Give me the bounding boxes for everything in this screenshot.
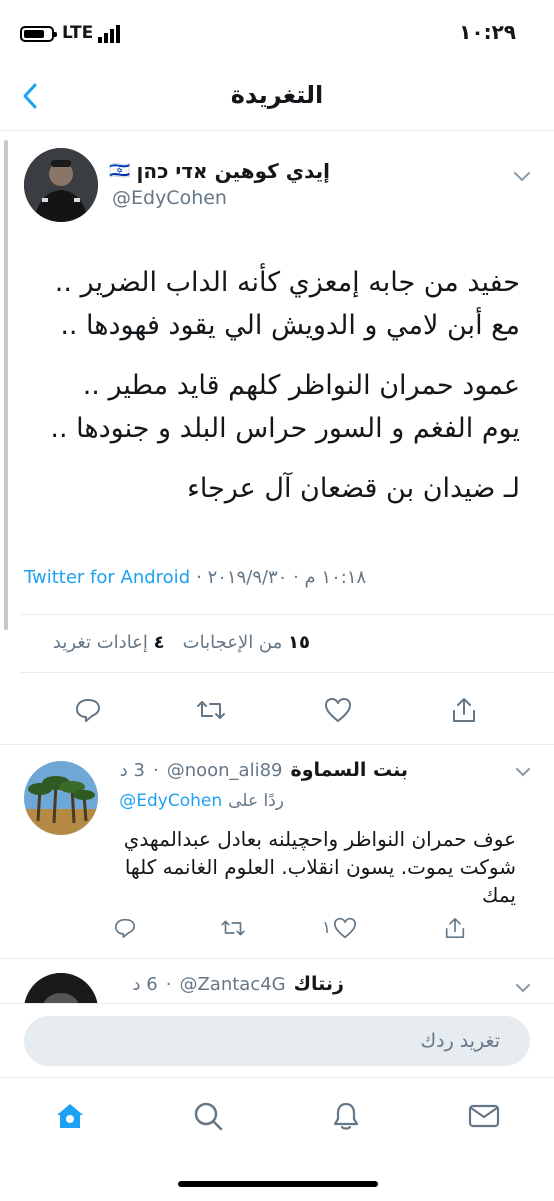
author-name[interactable]: 🇮🇱 إيدي كوهين אדי כהן bbox=[109, 159, 330, 183]
stats-divider bbox=[20, 672, 554, 673]
next-reply-display-name[interactable]: زنتاك bbox=[294, 973, 344, 995]
mail-icon[interactable] bbox=[464, 1096, 504, 1136]
chevron-down-icon[interactable] bbox=[508, 163, 536, 191]
engagement-stats: ١٥ من الإعجابات ٤ إعادات تغريد bbox=[20, 632, 310, 653]
chevron-down-icon[interactable] bbox=[510, 759, 536, 785]
home-icon[interactable] bbox=[50, 1096, 90, 1136]
main-tweet: 🇮🇱 إيدي كوهين אדי כהן @EdyCohen حفيد من … bbox=[0, 131, 554, 746]
tab-bar bbox=[0, 1077, 554, 1201]
carrier-label: LTE bbox=[62, 23, 94, 43]
reply-header: 3 د · @noon_ali89 بنت السماوة bbox=[119, 759, 409, 781]
reply-icon[interactable] bbox=[110, 913, 140, 943]
retweet-icon[interactable] bbox=[218, 913, 248, 943]
retweets-label: إعادات تغريد bbox=[52, 632, 148, 653]
tweet-line: حفيد من جابه إمعزي كأنه الداب الضرير .. bbox=[54, 267, 520, 298]
next-reply-header: 6 د · @Zantac4G زنتاك bbox=[132, 973, 344, 995]
reply-icon[interactable] bbox=[70, 692, 106, 728]
reply-like-button[interactable]: ١ bbox=[322, 913, 357, 943]
author-handle[interactable]: @EdyCohen bbox=[112, 187, 227, 209]
tweet-meta: Twitter for Android ١٠:١٨ م · ٢٠١٩/٩/٣٠ … bbox=[24, 567, 366, 588]
replying-to-label: ردًا على bbox=[228, 791, 284, 811]
clock: ١٠:٢٩ bbox=[459, 20, 516, 44]
compose-bar: تغريد ردك bbox=[0, 1003, 554, 1078]
tweet-line: لـ ضيدان بن قضعان آل عرجاء bbox=[187, 473, 520, 504]
likes-label: من الإعجابات bbox=[182, 632, 283, 653]
avatar[interactable] bbox=[24, 761, 98, 835]
reply-time: 3 د bbox=[119, 759, 145, 781]
retweets-stat[interactable]: ٤ إعادات تغريد bbox=[53, 632, 165, 653]
reply-tweet[interactable]: 3 د · @noon_ali89 بنت السماوة @EdyCohen … bbox=[0, 745, 554, 959]
tweet-timestamp: ١٠:١٨ م · ٢٠١٩/٩/٣٠ · bbox=[196, 567, 367, 588]
next-reply-handle[interactable]: @Zantac4G bbox=[179, 974, 285, 995]
search-icon[interactable] bbox=[188, 1096, 228, 1136]
replying-to-handle[interactable]: @EdyCohen bbox=[119, 791, 222, 811]
retweet-icon[interactable] bbox=[193, 692, 229, 728]
chevron-down-icon[interactable] bbox=[510, 975, 536, 1001]
like-icon bbox=[333, 917, 357, 939]
reply-display-name[interactable]: بنت السماوة bbox=[291, 759, 409, 781]
tweet-line: عمود حمران النواظر كلهم قايد مطير .. bbox=[82, 370, 520, 401]
next-reply[interactable]: 6 د · @Zantac4G زنتاك bbox=[0, 959, 554, 1003]
likes-stat[interactable]: ١٥ من الإعجابات bbox=[183, 632, 310, 653]
retweets-count: ٤ bbox=[153, 632, 165, 653]
next-reply-time: 6 د bbox=[132, 973, 158, 995]
display-name: إيدي كوهين אדי כהן bbox=[136, 159, 330, 183]
tweet-line: مع أبن لامي و الدويش الي يقود فهودها .. bbox=[60, 310, 520, 341]
share-icon[interactable] bbox=[440, 913, 470, 943]
battery-icon bbox=[20, 26, 57, 42]
tweet-line: يوم الفغم و السور حراس البلد و جنودها .. bbox=[50, 413, 520, 444]
reply-handle[interactable]: @noon_ali89 bbox=[167, 760, 283, 781]
flag-icon: 🇮🇱 bbox=[109, 161, 131, 181]
bell-icon[interactable] bbox=[326, 1096, 366, 1136]
page-title: التغريدة bbox=[230, 81, 324, 109]
share-icon[interactable] bbox=[446, 692, 482, 728]
reply-like-count: ١ bbox=[322, 918, 332, 938]
status-bar: LTE ١٠:٢٩ bbox=[0, 0, 554, 64]
reply-text: عوف حمران النواظر واحچيلنه بعادل عبدالمه… bbox=[123, 827, 516, 907]
avatar[interactable] bbox=[24, 148, 98, 222]
nav-header: التغريدة bbox=[0, 64, 554, 130]
meta-divider bbox=[20, 614, 554, 615]
like-icon[interactable] bbox=[320, 692, 356, 728]
home-indicator bbox=[178, 1181, 378, 1187]
likes-count: ١٥ bbox=[288, 632, 310, 653]
signal-icon bbox=[98, 25, 122, 43]
reply-input[interactable]: تغريد ردك bbox=[24, 1016, 530, 1066]
replying-to: @EdyCohen ردًا على bbox=[118, 791, 284, 811]
tweet-source[interactable]: Twitter for Android bbox=[24, 567, 190, 588]
avatar[interactable] bbox=[24, 973, 98, 1003]
